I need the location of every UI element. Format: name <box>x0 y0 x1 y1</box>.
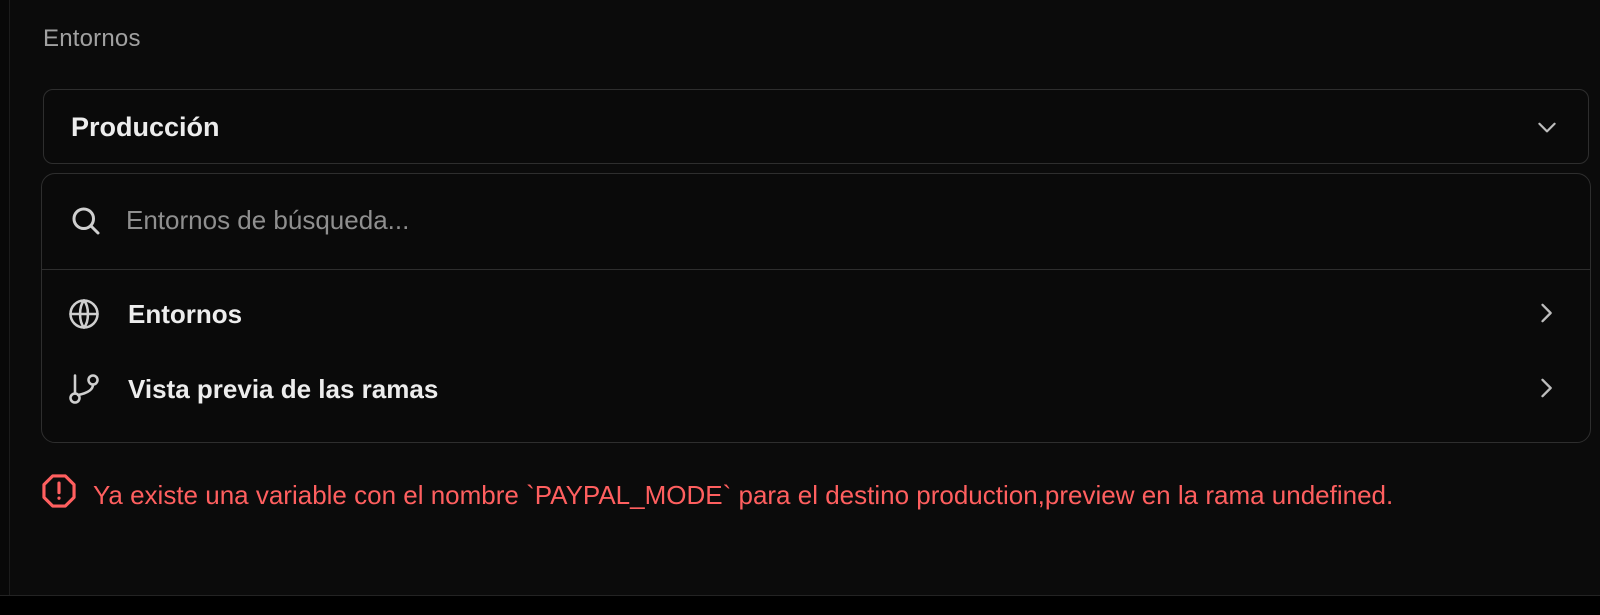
app-window: Entornos Producción Entornos de búsqueda… <box>0 0 1600 615</box>
chevron-right-icon <box>1541 303 1552 323</box>
alert-octagon-icon <box>42 474 76 508</box>
error-text: Ya existe una variable con el nombre `PA… <box>93 480 1394 510</box>
menu-item-entornos[interactable]: Entornos <box>42 279 1590 349</box>
environment-select-value: Producción <box>71 112 220 142</box>
environment-dropdown: Entornos Vista previa de las ramas <box>41 173 1591 443</box>
menu-item-branch-previews[interactable]: Vista previa de las ramas <box>42 354 1590 424</box>
search-input[interactable] <box>126 198 1526 242</box>
search-row <box>42 174 1590 270</box>
left-rail <box>0 0 10 615</box>
menu-item-label: Entornos <box>128 299 243 329</box>
chevron-down-icon <box>1538 122 1556 133</box>
section-label: Entornos <box>43 25 141 52</box>
menu-item-label: Vista previa de las ramas <box>128 374 439 404</box>
chevron-right-icon <box>1541 378 1552 398</box>
globe-icon <box>69 299 99 329</box>
search-icon <box>72 207 100 235</box>
bottom-divider <box>0 595 1600 615</box>
environment-select[interactable]: Producción <box>43 89 1589 164</box>
git-branch-icon <box>69 374 99 404</box>
